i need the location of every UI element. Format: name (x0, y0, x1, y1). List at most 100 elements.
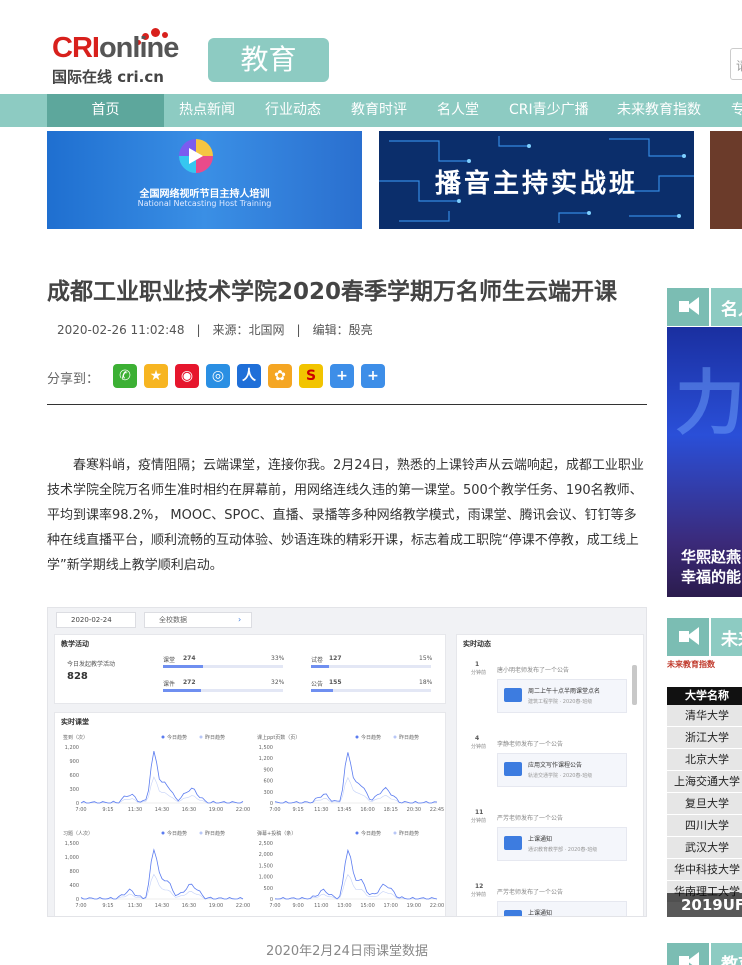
sidebar-section-celebrities[interactable]: 名人 (667, 288, 742, 326)
feed-item[interactable]: 11 分钟前 严芳老师发布了一个公告 上课通知 通识教育教学部 · 2020春-… (465, 807, 635, 877)
feed-doc-card[interactable]: 上课通知 通识教育教学部 · 2020春-班级 (497, 827, 627, 861)
article-meta: 2020-02-26 11:02:48 | 来源：北国网 | 编辑：殷亮 (57, 323, 373, 337)
feed-rank: 1 (475, 661, 480, 668)
article-body: 春寒料峭，疫情阻隔；云端课堂，连接你我。2月24日，熟悉的上课铃声从云端响起，成… (47, 458, 644, 573)
feed-item[interactable]: 12 分钟前 严芳老师发布了一个公告 上课通知 (465, 881, 635, 917)
today-trend-line (80, 751, 244, 804)
sidebar-section-future[interactable]: 未来 (667, 618, 742, 656)
ranking-row: 华中科技大学 (667, 859, 742, 881)
nav-item-celebrities[interactable]: 名人堂 (437, 94, 479, 127)
yesterday-trend-line (274, 874, 438, 900)
feed-doc-title: 上课通知 (528, 836, 553, 843)
stat-label: 课件 (163, 681, 176, 688)
y-tick-label: 2,500 (259, 841, 273, 847)
sidebar-feature-caption: 华熙赵燕 幸福的能 (681, 547, 741, 587)
x-tick-label: 20:30 (407, 807, 421, 813)
banner-host-training[interactable]: 全国网络视听节目主持人培训 National Netcasting Host T… (47, 131, 362, 229)
qzone-share-icon[interactable]: ★ (144, 364, 168, 388)
legend-yesterday-marker (199, 735, 203, 739)
ranking-row: 上海交通大学 (667, 771, 742, 793)
sidebar-section-education[interactable]: 教育 (667, 943, 742, 965)
x-tick-label: 11:30 (128, 807, 142, 813)
y-tick-label: 1,000 (259, 875, 273, 881)
sidebar-ranking-image[interactable]: 未来教育指数 大学名称 清华大学 浙江大学 北京大学 上海交通大学 复旦大学 四… (667, 657, 742, 917)
megaphone-icon (667, 288, 711, 326)
nav-item-more[interactable]: 专 (731, 94, 742, 127)
feed-doc-title: 上课通知 (528, 910, 553, 917)
legend-today-label: 今日趋势 (361, 734, 381, 741)
stat-bar (163, 689, 283, 692)
sohu-share-icon[interactable]: S (299, 364, 323, 388)
nav-item-industry[interactable]: 行业动态 (265, 94, 321, 127)
weibo-share-icon[interactable]: ◉ (175, 364, 199, 388)
x-tick-label: 19:00 (209, 807, 223, 813)
feed-rank: 11 (475, 809, 484, 816)
fig-date-select: 2020-02-24 (56, 612, 136, 628)
nav-item-home[interactable]: 首页 (47, 94, 164, 127)
cri-logo[interactable]: CRIonline 国际在线 cri.cn (52, 28, 202, 86)
x-tick-label: 11:00 (314, 903, 328, 909)
feed-item[interactable]: 4 分钟前 李静老师发布了一个公告 应用文写作课程公告 轨道交通学院 · 202… (465, 733, 635, 803)
feed-doc-sub: 轨道交通学院 · 2020春-班级 (528, 773, 593, 779)
x-tick-label: 14:30 (155, 903, 169, 909)
legend-yesterday-marker (393, 831, 397, 835)
document-icon (504, 688, 522, 702)
feed-item[interactable]: 1 分钟前 唐小明老师发布了一个公告 周二上午十点半雨课堂点名 建筑工程学院 ·… (465, 659, 635, 729)
banner-third[interactable] (710, 131, 742, 229)
x-tick-label: 9:15 (293, 807, 304, 813)
feed-doc-card[interactable]: 应用文写作课程公告 轨道交通学院 · 2020春-班级 (497, 753, 627, 787)
today-trend-line (274, 752, 438, 804)
y-tick-label: 900 (69, 759, 79, 765)
search-input[interactable]: 请 (730, 48, 742, 80)
x-tick-label: 22:00 (430, 903, 444, 909)
feed-who: 严芳老师发布了一个公告 (497, 889, 564, 896)
x-tick-label: 14:30 (155, 807, 169, 813)
x-tick-label: 9:15 (102, 903, 113, 909)
more-share-icon-2[interactable]: + (361, 364, 385, 388)
feed-doc-card[interactable]: 周二上午十点半雨课堂点名 建筑工程学院 · 2020春-班级 (497, 679, 627, 713)
nav-item-commentary[interactable]: 教育时评 (351, 94, 407, 127)
y-tick-label: 1,200 (259, 756, 273, 762)
ranking-row: 武汉大学 (667, 837, 742, 859)
y-tick-label: 300 (69, 787, 79, 793)
channel-label[interactable]: 教育 (208, 38, 329, 82)
feed-who: 唐小明老师发布了一个公告 (497, 667, 570, 674)
share-label: 分享到： (47, 372, 100, 387)
x-tick-label: 19:00 (209, 903, 223, 909)
x-tick-label: 22:00 (236, 903, 250, 909)
renren-share-icon[interactable]: 人 (237, 364, 261, 388)
ranking-row: 复旦大学 (667, 793, 742, 815)
divider (47, 404, 647, 405)
legend-yesterday-label: 昨日趋势 (205, 734, 225, 741)
wechat-share-icon[interactable]: ✆ (113, 364, 137, 388)
x-tick-label: 7:00 (269, 807, 280, 813)
x-tick-label: 7:00 (269, 903, 280, 909)
ranking-row: 清华大学 (667, 705, 742, 727)
nav-item-hot-news[interactable]: 热点新闻 (179, 94, 235, 127)
feed-unit: 分钟前 (471, 670, 487, 676)
ranking-title: 未来教育指数 (667, 660, 715, 669)
y-tick-label: 300 (263, 790, 273, 796)
y-tick-label: 2,000 (259, 852, 273, 858)
figure-caption: 2020年2月24日雨课堂数据 (266, 944, 428, 959)
sidebar-feature-image[interactable]: 力 华熙赵燕 幸福的能 (667, 327, 742, 597)
nav-item-youth-radio[interactable]: CRI青少广播 (509, 94, 589, 127)
y-tick-label: 600 (263, 779, 273, 785)
x-tick-label: 16:30 (182, 903, 196, 909)
more-share-icon[interactable]: + (330, 364, 354, 388)
x-tick-label: 7:00 (75, 903, 86, 909)
logo-sub-text: 国际在线 cri.cn (52, 68, 164, 86)
stat-label: 试卷 (311, 657, 324, 664)
kaixin-share-icon[interactable]: ✿ (268, 364, 292, 388)
banner-broadcast-class[interactable]: 播音主持实战班 (379, 131, 694, 229)
megaphone-icon (667, 943, 711, 965)
chevron-right-icon: › (238, 615, 242, 624)
x-tick-label: 9:15 (102, 807, 113, 813)
tencent-weibo-share-icon[interactable]: ◎ (206, 364, 230, 388)
stat-value: 155 (329, 679, 342, 686)
feed-doc-card[interactable]: 上课通知 (497, 901, 627, 917)
activity-card: 教学活动 今日发起教学活动 828 课堂 274 33% 课件 272 32% … (54, 634, 446, 704)
nav-item-future-index[interactable]: 未来教育指数 (617, 94, 701, 127)
y-tick-label: 1,500 (65, 841, 79, 847)
legend-today-marker (161, 735, 165, 739)
